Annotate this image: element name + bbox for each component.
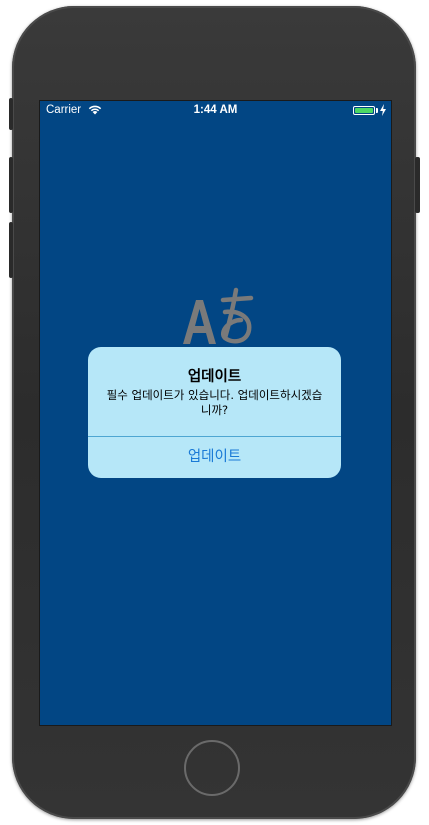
charging-bolt-icon <box>380 104 386 116</box>
translate-icon <box>183 287 254 344</box>
mute-switch <box>9 98 13 130</box>
update-button[interactable]: 업데이트 <box>88 437 341 478</box>
volume-down-button <box>9 222 13 278</box>
battery-level-fill <box>355 108 373 113</box>
power-button <box>415 157 420 213</box>
status-bar: Carrier 1:44 AM <box>40 101 391 121</box>
alert-message: 필수 업데이트가 있습니다. 업데이트하시겠습니까? <box>106 388 323 417</box>
home-button-icon[interactable] <box>184 740 240 796</box>
alert-title: 업데이트 <box>187 369 242 385</box>
volume-up-button <box>9 157 13 213</box>
update-alert-dialog: 업데이트 필수 업데이트가 있습니다. 업데이트하시겠습니까? 업데이트 <box>88 347 341 478</box>
battery-charging-icon <box>353 106 375 115</box>
battery-cap <box>376 108 378 113</box>
status-time: 1:44 AM <box>193 104 238 116</box>
